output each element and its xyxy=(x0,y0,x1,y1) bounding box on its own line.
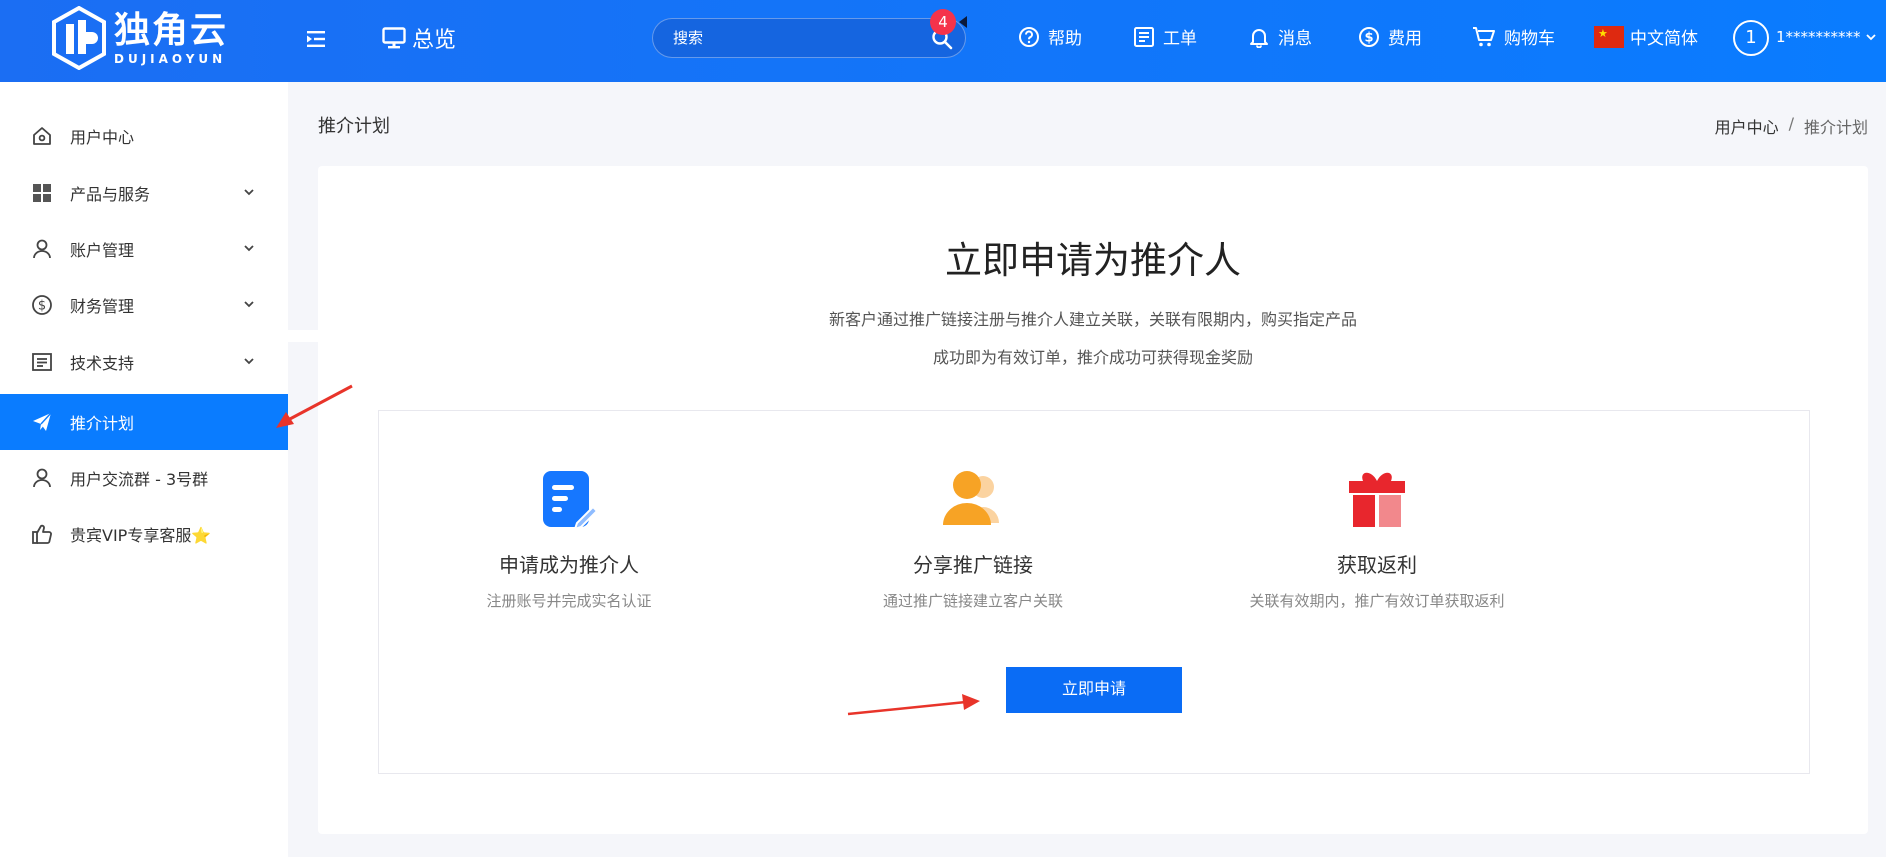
svg-text:$: $ xyxy=(38,299,46,314)
nav-cart[interactable]: 购物车 xyxy=(1472,24,1555,49)
sidebar-item-label: 财务管理 xyxy=(70,297,135,316)
china-flag-icon: ★ xyxy=(1594,25,1624,48)
user-icon xyxy=(33,239,51,259)
nav-messages-label: 消息 xyxy=(1278,29,1312,49)
step-apply: 申请成为推介人 注册账号并完成实名认证 xyxy=(369,467,769,611)
step-title: 申请成为推介人 xyxy=(499,553,639,577)
monitor-icon xyxy=(382,27,406,49)
overview-label: 总览 xyxy=(412,28,457,53)
page-title: 推介计划 xyxy=(318,116,390,137)
nav-ticket[interactable]: 工单 xyxy=(1133,24,1197,49)
edit-document-icon xyxy=(543,471,599,531)
hero-description-line-1: 新客户通过推广链接注册与推介人建立关联，关联有限期内，购买指定产品 xyxy=(828,310,1357,329)
steps-panel: 申请成为推介人 注册账号并完成实名认证 分享推广链接 通过推广链接建立客户关联 xyxy=(378,410,1810,774)
sidebar-notch xyxy=(288,330,318,342)
avatar[interactable]: 1 xyxy=(1733,20,1769,56)
gift-icon xyxy=(1349,472,1405,527)
sidebar-item-label: 贵宾VIP专享客服⭐ xyxy=(70,526,212,545)
nav-ticket-label: 工单 xyxy=(1163,29,1197,49)
bell-icon xyxy=(1250,28,1268,48)
users-icon xyxy=(943,471,999,525)
grid-icon xyxy=(33,184,51,202)
chevron-down-icon xyxy=(1865,34,1876,41)
sidebar: 用户中心 产品与服务 账户管理 $ 财务管理 技术支持 推介计划 用户交流群 -… xyxy=(0,82,288,857)
menu-toggle-icon[interactable] xyxy=(304,27,328,51)
badge-pointer xyxy=(959,16,967,28)
breadcrumb-current: 推介计划 xyxy=(1803,118,1868,137)
referral-card: 立即申请为推介人 新客户通过推广链接注册与推介人建立关联，关联有限期内，购买指定… xyxy=(318,166,1868,834)
sidebar-item-vip-service[interactable]: 贵宾VIP专享客服⭐ xyxy=(0,506,288,562)
nav-language-label: 中文简体 xyxy=(1630,29,1698,49)
sidebar-item-label: 用户交流群 - 3号群 xyxy=(70,470,209,489)
home-icon xyxy=(33,127,51,145)
top-header: 独角云 DUJIAOYUN 总览 4 帮助 xyxy=(0,0,1886,82)
nav-language[interactable]: ★ 中文简体 xyxy=(1594,24,1698,49)
nav-billing-label: 费用 xyxy=(1388,29,1422,49)
nav-messages[interactable]: 消息 xyxy=(1248,24,1312,49)
logo-mark-icon xyxy=(52,6,106,70)
chevron-down-icon xyxy=(244,189,254,196)
step-title: 获取返利 xyxy=(1337,553,1417,577)
logo-title: 独角云 xyxy=(114,10,229,51)
hero-description-line-2: 成功即为有效订单，推介成功可获得现金奖励 xyxy=(932,348,1253,367)
sidebar-item-user-group[interactable]: 用户交流群 - 3号群 xyxy=(0,450,288,506)
nav-help[interactable]: 帮助 xyxy=(1018,24,1082,49)
notification-badge: 4 xyxy=(930,9,956,35)
thumbs-up-icon xyxy=(32,524,52,544)
help-circle-icon xyxy=(1019,26,1039,47)
nav-billing[interactable]: $ 费用 xyxy=(1358,24,1422,49)
overview-link[interactable]: 总览 xyxy=(382,22,456,54)
username: 1********** xyxy=(1776,28,1861,46)
step-share: 分享推广链接 通过推广链接建立客户关联 xyxy=(773,467,1173,611)
sidebar-item-label: 推介计划 xyxy=(70,414,135,433)
dollar-icon: $ xyxy=(1359,26,1379,47)
apply-button[interactable]: 立即申请 xyxy=(1006,667,1182,713)
sidebar-item-label: 产品与服务 xyxy=(70,185,151,204)
sidebar-item-label: 技术支持 xyxy=(70,354,135,373)
step-title: 分享推广链接 xyxy=(913,553,1033,577)
sidebar-item-finance[interactable]: $ 财务管理 xyxy=(0,277,288,333)
sidebar-item-support[interactable]: 技术支持 xyxy=(0,334,288,390)
chevron-down-icon xyxy=(244,358,254,365)
hero-title: 立即申请为推介人 xyxy=(945,239,1241,282)
step-description: 通过推广链接建立客户关联 xyxy=(882,592,1063,610)
step-description: 注册账号并完成实名认证 xyxy=(486,592,652,610)
search-box xyxy=(652,18,966,58)
step-description: 关联有效期内，推广有效订单获取返利 xyxy=(1249,592,1505,610)
breadcrumb: 用户中心 / 推介计划 xyxy=(1715,114,1868,138)
chevron-down-icon xyxy=(244,245,254,252)
dollar-icon: $ xyxy=(32,295,52,315)
breadcrumb-separator: / xyxy=(1788,114,1794,133)
chevron-down-icon xyxy=(244,301,254,308)
sidebar-item-account[interactable]: 账户管理 xyxy=(0,221,288,277)
cart-icon xyxy=(1473,26,1495,46)
breadcrumb-home-link[interactable]: 用户中心 xyxy=(1715,114,1779,138)
step-rebate: 获取返利 关联有效期内，推广有效订单获取返利 xyxy=(1177,467,1577,611)
sidebar-item-label: 用户中心 xyxy=(70,128,135,147)
ticket-icon xyxy=(1134,26,1154,47)
logo[interactable]: 独角云 DUJIAOYUN xyxy=(52,6,228,70)
sidebar-item-products[interactable]: 产品与服务 xyxy=(0,165,288,221)
nav-help-label: 帮助 xyxy=(1048,29,1082,49)
logo-subtitle: DUJIAOYUN xyxy=(114,52,227,66)
svg-text:$: $ xyxy=(1364,30,1373,45)
sidebar-item-label: 账户管理 xyxy=(70,241,135,260)
paper-plane-icon xyxy=(33,412,52,431)
user-icon xyxy=(33,468,51,488)
document-icon xyxy=(32,353,52,371)
search-input[interactable] xyxy=(673,29,913,47)
sidebar-item-referral[interactable]: 推介计划 xyxy=(0,394,288,450)
nav-cart-label: 购物车 xyxy=(1504,29,1555,49)
user-menu[interactable]: 1********** xyxy=(1776,28,1877,46)
sidebar-item-user-center[interactable]: 用户中心 xyxy=(0,108,288,164)
